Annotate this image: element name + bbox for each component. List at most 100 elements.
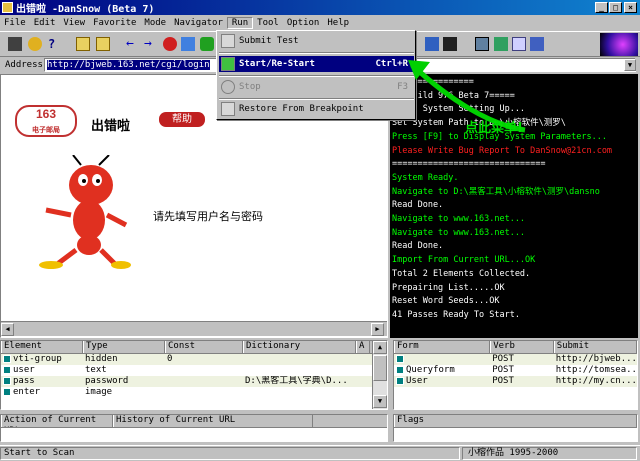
console-line: Total 2 Elements Collected. — [392, 268, 531, 279]
checkmark-icon — [221, 57, 235, 71]
menu-navigator[interactable]: Navigator — [170, 18, 227, 28]
cell-dictionary — [243, 354, 356, 365]
elements-table: Element Type Const Dictionary A vti-grou… — [0, 340, 388, 410]
menu-run[interactable]: Run — [226, 16, 254, 29]
back-icon[interactable]: ← — [126, 37, 140, 51]
flags-header: Flags — [394, 415, 637, 428]
cell-type: hidden — [85, 354, 118, 364]
col-form[interactable]: Form — [394, 341, 491, 353]
scroll-left-icon[interactable]: ◀ — [1, 323, 14, 336]
menu-item-stop[interactable]: Stop F3 — [219, 79, 414, 95]
maximize-button[interactable]: □ — [609, 2, 622, 13]
col-element[interactable]: Element — [1, 341, 83, 353]
col-flags[interactable]: Flags — [394, 415, 637, 427]
open-icon[interactable] — [76, 37, 90, 51]
checkbox-icon[interactable] — [3, 354, 11, 363]
table-row[interactable]: enter image — [1, 387, 387, 398]
address-label: Address — [5, 60, 43, 70]
console-line: 41 Passes Ready To Start. — [392, 309, 520, 320]
address-dropdown-icon[interactable]: ▼ — [624, 59, 636, 71]
menu-file[interactable]: File — [0, 18, 30, 28]
col-verb[interactable]: Verb — [490, 341, 554, 353]
console-line: Please Write Bug Report To DanSnow@21cn.… — [392, 145, 613, 156]
cell-dictionary: D:\黑客工具\字典\D... — [245, 376, 348, 386]
help-button[interactable]: 帮助 — [159, 112, 205, 127]
menu-item-start-restart[interactable]: Start/Re-Start Ctrl+R — [219, 56, 414, 72]
console-line: Navigate to D:\黑客工具\小榕软件\测罗\dansno — [392, 186, 600, 197]
settings-icon[interactable] — [28, 37, 42, 51]
console-line: System Ready. — [392, 172, 459, 183]
tool-icon-5[interactable] — [512, 37, 526, 51]
form-icon[interactable] — [396, 376, 404, 385]
table-row[interactable]: pass password D:\黑客工具\字典\D... — [1, 376, 387, 387]
cell-form: User — [406, 376, 428, 386]
brand-logo — [600, 33, 638, 56]
tab-action[interactable]: Action of Current URL — [1, 415, 113, 427]
forward-icon[interactable]: → — [144, 37, 158, 51]
console-line: Navigate to www.163.net... — [392, 227, 526, 238]
cell-const — [165, 365, 243, 376]
menu-help[interactable]: Help — [323, 18, 353, 28]
close-button[interactable]: × — [624, 2, 637, 13]
menu-item-restore[interactable]: Restore From Breakpoint — [219, 101, 414, 117]
window-title: 出错啦 -DanSnow (Beta 7) — [16, 4, 155, 15]
forms-table: Form Verb Submit POST http://bjweb... Quer… — [393, 340, 638, 410]
help-icon[interactable]: ? — [48, 37, 62, 51]
table-row[interactable]: vti-group hidden 0 — [1, 354, 387, 365]
col-a[interactable]: A — [356, 341, 370, 353]
menu-view[interactable]: View — [59, 18, 89, 28]
menu-mode[interactable]: Mode — [140, 18, 170, 28]
table-row[interactable]: Queryform POST http://tomsea... — [394, 365, 637, 376]
save-icon[interactable] — [96, 37, 110, 51]
menu-item-label: Stop — [239, 82, 261, 92]
cell-element: user — [13, 365, 35, 375]
cell-element: vti-group — [13, 354, 62, 364]
cell: User — [394, 376, 490, 387]
cell: user — [1, 365, 83, 376]
cell-type: image — [85, 387, 113, 397]
history-tabs: Action of Current URL History of Current… — [1, 415, 387, 428]
tab-history[interactable]: History of Current URL — [113, 415, 313, 427]
scroll-thumb[interactable] — [373, 355, 387, 381]
stop-icon[interactable] — [163, 37, 177, 51]
menu-option[interactable]: Option — [283, 18, 324, 28]
tool-icon-6[interactable] — [530, 37, 544, 51]
table-row[interactable]: POST http://bjweb... — [394, 354, 637, 365]
checkbox-icon[interactable] — [3, 376, 11, 385]
elements-scrollbar[interactable]: ▲ ▼ — [372, 341, 387, 409]
checkbox-icon[interactable] — [3, 387, 11, 396]
table-row[interactable]: User POST http://my.cn... — [394, 376, 637, 387]
home-icon[interactable] — [200, 37, 214, 51]
menu-tool[interactable]: Tool — [253, 18, 283, 28]
status-credit: 小榕作品 1995-2000 — [462, 447, 637, 460]
minimize-button[interactable]: _ — [595, 2, 608, 13]
table-row[interactable]: user text — [1, 365, 387, 376]
tool-icon-1[interactable] — [425, 37, 439, 51]
new-icon[interactable] — [8, 37, 22, 51]
col-submit[interactable]: Submit — [553, 341, 637, 353]
tool-icon-2[interactable] — [443, 37, 457, 51]
col-type[interactable]: Type — [83, 341, 165, 353]
col-dictionary[interactable]: Dictionary — [243, 341, 356, 353]
horizontal-scrollbar[interactable]: ◀ ▶ — [1, 321, 387, 336]
cell — [394, 354, 490, 365]
refresh-icon[interactable] — [181, 37, 195, 51]
ant-mascot-image — [39, 155, 131, 269]
tool-icon-3[interactable] — [475, 37, 489, 51]
cell-submit: http://tomsea... — [555, 365, 637, 375]
scroll-up-icon[interactable]: ▲ — [373, 341, 387, 354]
form-icon[interactable] — [396, 354, 404, 363]
forms-table-header: Form Verb Submit — [394, 341, 637, 354]
status-text: Start to Scan — [0, 447, 460, 460]
menu-edit[interactable]: Edit — [30, 18, 60, 28]
col-const[interactable]: Const — [165, 341, 243, 353]
form-icon[interactable] — [396, 365, 404, 374]
checkbox-icon[interactable] — [3, 365, 11, 374]
menu-favorite[interactable]: Favorite — [89, 18, 140, 28]
scroll-right-icon[interactable]: ▶ — [371, 323, 384, 336]
cell-const — [165, 387, 243, 398]
tool-icon-4[interactable] — [494, 37, 508, 51]
menu-item-submit-test[interactable]: Submit Test — [219, 33, 414, 49]
flags-panel: Flags — [393, 414, 638, 442]
scroll-down-icon[interactable]: ▼ — [373, 395, 387, 408]
